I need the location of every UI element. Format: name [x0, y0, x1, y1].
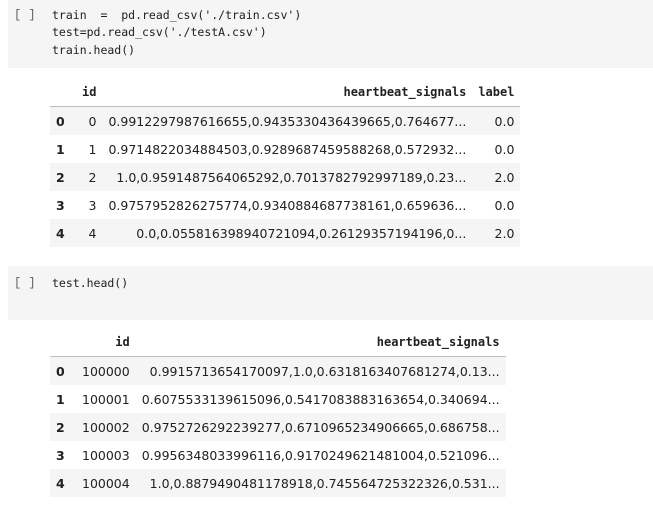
- cell-heartbeat-signals: 0.6075533139615096,0.5417083883163654,0.…: [141, 391, 500, 407]
- output-table-test: id heartbeat_signals 0 100000 0.99157136…: [50, 328, 506, 497]
- table-row: 0 100000 0.9915713654170097,1.0,0.631816…: [50, 356, 506, 385]
- column-header-heartbeat-signals: heartbeat_signals: [135, 328, 506, 357]
- row-index: 3: [56, 197, 65, 213]
- cell-heartbeat-signals: 0.9757952826275774,0.9340884687738161,0.…: [108, 197, 467, 213]
- cell-heartbeat-signals: 0.9912297987616655,0.9435330436439665,0.…: [108, 113, 467, 129]
- code-line[interactable]: train.head(): [52, 43, 135, 57]
- table-row: 1 1 0.9714822034884503,0.928968745958826…: [50, 135, 520, 163]
- table-row: 4 100004 1.0,0.8879490481178918,0.745564…: [50, 469, 506, 497]
- cell-id: 100001: [82, 391, 130, 407]
- cell-label: 0.0: [494, 113, 515, 129]
- cell-id: 100000: [82, 363, 130, 379]
- table-row: 3 3 0.9757952826275774,0.934088468773816…: [50, 191, 520, 219]
- cell-label: 2.0: [494, 225, 515, 241]
- cell-id: 0: [88, 113, 97, 129]
- row-index: 0: [56, 113, 65, 129]
- column-header-id: id: [76, 78, 103, 107]
- table-row: 0 0 0.9912297987616655,0.943533043643966…: [50, 106, 521, 135]
- code-cell-test[interactable]: test.head() [ ] id heartbeat_signals 0 1…: [0, 266, 653, 516]
- cell-heartbeat-signals: 0.9915713654170097,1.0,0.631816340768127…: [149, 363, 500, 379]
- code-cell-train[interactable]: train = pd.read_csv('./train.csv') test=…: [0, 0, 653, 258]
- code-editor[interactable]: train = pd.read_csv('./train.csv') test=…: [8, 0, 653, 68]
- code-line[interactable]: test=pd.read_csv('./testA.csv'): [52, 25, 267, 39]
- row-index: 2: [56, 169, 65, 185]
- table-row: 4 4 0.0,0.055816398940721094,0.261293571…: [50, 219, 521, 247]
- output-table-train: id heartbeat_signals label 0 0 0.9912297…: [50, 78, 521, 247]
- table-row: 2 2 1.0,0.9591487564065292,0.70137827929…: [50, 163, 521, 191]
- cell-id: 1: [88, 141, 97, 157]
- run-button[interactable]: [ ]: [14, 8, 36, 22]
- cell-heartbeat-signals: 0.0,0.055816398940721094,0.2612935719419…: [136, 225, 467, 241]
- row-index: 1: [56, 391, 65, 407]
- cell-id: 100004: [82, 475, 130, 491]
- table-row: 2 100002 0.9752726292239277,0.6710965234…: [50, 413, 506, 441]
- table-header-row: id heartbeat_signals label: [50, 78, 521, 107]
- code-editor[interactable]: test.head(): [8, 266, 653, 320]
- table-header-row: id heartbeat_signals: [50, 328, 506, 357]
- cell-label: 0.0: [494, 197, 515, 213]
- cell-heartbeat-signals: 0.9714822034884503,0.9289687459588268,0.…: [108, 141, 467, 157]
- cell-id: 100002: [82, 419, 130, 435]
- table-row: 1 100001 0.6075533139615096,0.5417083883…: [50, 385, 506, 413]
- code-line[interactable]: test.head(): [52, 276, 128, 290]
- column-header-index: [50, 328, 76, 357]
- run-button[interactable]: [ ]: [14, 276, 36, 290]
- cell-id: 4: [88, 225, 97, 241]
- column-header-id: id: [76, 328, 136, 357]
- row-index: 0: [56, 363, 65, 379]
- row-index: 4: [56, 475, 65, 491]
- row-index: 1: [56, 141, 65, 157]
- cell-heartbeat-signals: 0.9752726292239277,0.6710965234906665,0.…: [141, 419, 500, 435]
- column-header-heartbeat-signals: heartbeat_signals: [102, 78, 473, 107]
- cell-id: 2: [88, 169, 97, 185]
- row-index: 3: [56, 447, 65, 463]
- column-header-index: [50, 78, 76, 107]
- code-line[interactable]: train = pd.read_csv('./train.csv'): [52, 8, 301, 22]
- table-row: 3 100003 0.9956348033996116,0.9170249621…: [50, 441, 506, 469]
- cell-label: 0.0: [494, 141, 515, 157]
- column-header-label: label: [472, 78, 521, 107]
- cell-id: 100003: [82, 447, 130, 463]
- cell-heartbeat-signals: 0.9956348033996116,0.9170249621481004,0.…: [141, 447, 500, 463]
- cell-heartbeat-signals: 1.0,0.9591487564065292,0.701378279299718…: [116, 169, 467, 185]
- cell-label: 2.0: [494, 169, 515, 185]
- row-index: 2: [56, 419, 65, 435]
- cell-heartbeat-signals: 1.0,0.8879490481178918,0.745564725322326…: [149, 475, 500, 491]
- cell-id: 3: [88, 197, 97, 213]
- row-index: 4: [56, 225, 65, 241]
